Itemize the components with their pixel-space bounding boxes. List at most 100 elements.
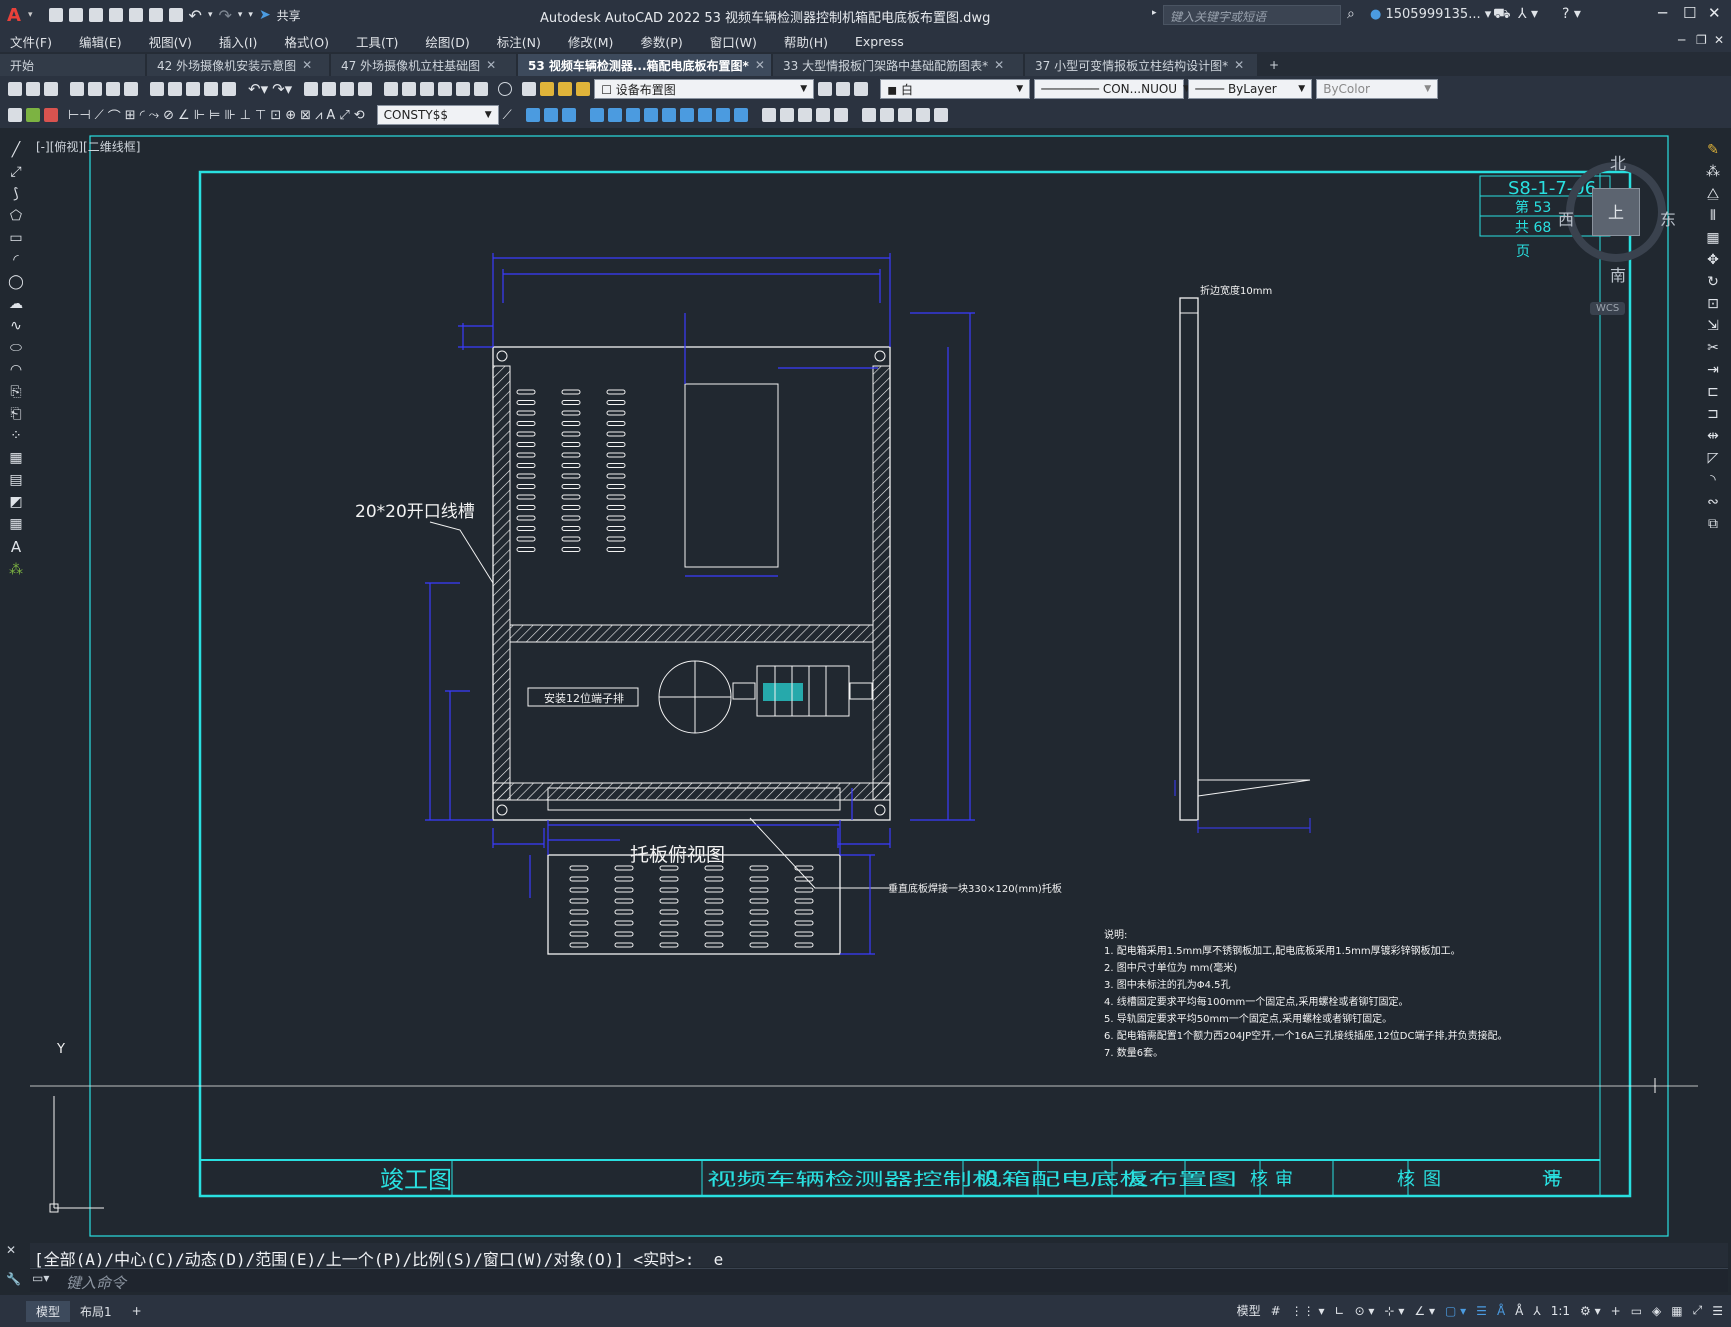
pan-icon[interactable] [304, 82, 319, 96]
isodraft-icon[interactable]: ⊹ ▾ [1384, 1304, 1404, 1318]
polygon-icon[interactable]: ⬠ [10, 208, 22, 224]
layer-state-icon[interactable] [854, 82, 869, 96]
add-layout-icon[interactable]: + [122, 1302, 152, 1320]
wcs-menu[interactable]: WCS [1590, 302, 1626, 315]
menu-edit[interactable]: 编辑(E) [79, 32, 122, 51]
polyline-icon[interactable]: ⟆ [13, 186, 18, 202]
menu-help[interactable]: 帮助(H) [784, 32, 828, 51]
ellipse-icon[interactable]: ⬭ [10, 340, 22, 356]
menu-draw[interactable]: 绘图(D) [425, 32, 469, 51]
copy-object-icon[interactable]: ⁂ [1706, 164, 1720, 180]
angular-dimension-icon[interactable]: ∠ [178, 108, 190, 123]
annotation-scale-value[interactable]: 1:1 [1551, 1304, 1570, 1318]
copy-icon[interactable] [168, 82, 182, 96]
cart-icon[interactable]: ⛟ [1493, 6, 1511, 24]
modify-icon-12[interactable] [733, 108, 748, 122]
layer-previous-icon[interactable] [836, 82, 851, 96]
help-toolbar-icon[interactable] [498, 82, 513, 96]
layer-on-icon[interactable] [540, 82, 555, 96]
array-icon[interactable]: ▦ [1706, 230, 1719, 246]
chamfer-icon[interactable]: ◸ [1708, 450, 1719, 466]
fillet-icon[interactable]: ◝ [1710, 472, 1715, 488]
save-toolbar-icon[interactable] [44, 82, 58, 96]
trim-icon[interactable]: ✂ [1707, 340, 1719, 356]
open-file-icon[interactable] [68, 8, 83, 22]
modify-icon-8[interactable] [661, 108, 676, 122]
break-at-point-icon[interactable]: ⊏ [1707, 384, 1719, 400]
break-icon[interactable]: ⊐ [1707, 406, 1719, 422]
menu-view[interactable]: 视图(V) [149, 32, 192, 51]
plot-preview-icon[interactable] [88, 82, 102, 96]
tab-close-icon[interactable]: ✕ [302, 58, 312, 72]
polar-icon[interactable]: ⊙ ▾ [1355, 1304, 1375, 1318]
qnew-icon[interactable] [8, 82, 22, 96]
viewcube-west[interactable]: 西 [1558, 206, 1574, 230]
paste-icon[interactable] [186, 82, 200, 96]
command-input[interactable]: 键入命令 [30, 1268, 1728, 1292]
point-icon[interactable]: ⁘ [10, 428, 22, 444]
hardware-acceleration-icon[interactable]: ▦ [1671, 1304, 1682, 1318]
doc-restore-icon[interactable]: ❐ [1696, 33, 1707, 47]
viewport-controls[interactable]: [-][俯视][二维线框] [36, 138, 140, 155]
new-tab-button[interactable]: + [1259, 54, 1289, 76]
viewcube-south[interactable]: 南 [1610, 262, 1626, 286]
view-icon-4[interactable] [815, 108, 830, 122]
tab-doc-37[interactable]: 37 小型可变情报板立柱结构设计图* ✕ [1025, 54, 1257, 76]
block-editor-icon[interactable] [222, 82, 236, 96]
viewcube-top-face[interactable]: 上 [1592, 188, 1640, 236]
dimension-text-edit-icon[interactable]: ⤢ [339, 108, 349, 123]
customize-dropdown-icon[interactable]: ▾ [248, 10, 253, 20]
viewcube-east[interactable]: 东 [1660, 206, 1676, 230]
share-button[interactable]: 共享 [277, 7, 301, 24]
lineweight-toggle-icon[interactable]: ☰ [1476, 1304, 1487, 1318]
modify-icon-4[interactable] [589, 108, 604, 122]
jogged-linear-icon[interactable]: ⩘ [315, 108, 322, 123]
region-icon[interactable]: ◩ [9, 494, 22, 510]
dimension-style-dropdown[interactable]: CONSTY$$ ▼ [376, 105, 499, 125]
jogged-dimension-icon[interactable]: ⤳ [149, 108, 159, 123]
markup-icon[interactable] [456, 82, 471, 96]
offset-icon[interactable]: ⫴ [1710, 208, 1716, 224]
autocad-logo[interactable]: A [0, 5, 28, 26]
color-dropdown[interactable]: ◼ 白 ▼ [880, 79, 1031, 99]
dimension-style-icon[interactable]: ⟋ [503, 108, 512, 123]
linetype-dropdown[interactable]: ──────── CON...NUOU ▼ [1034, 79, 1190, 99]
arc-icon[interactable]: ◜ [13, 252, 18, 268]
share-icon[interactable]: ➤ [259, 7, 271, 23]
layer-freeze-icon[interactable] [558, 82, 573, 96]
view-icon-5[interactable] [833, 108, 848, 122]
layer-lock-icon[interactable] [576, 82, 591, 96]
lineweight-dropdown[interactable]: ──── ByLayer ▼ [1188, 79, 1313, 99]
doc-close-icon[interactable]: ✕ [1714, 33, 1724, 47]
tool-palettes-icon[interactable] [420, 82, 435, 96]
ellipse-arc-icon[interactable]: ◠ [10, 362, 22, 378]
ortho-icon[interactable]: ∟ [1335, 1304, 1345, 1318]
tab-doc-47[interactable]: 47 外场摄像机立柱基础图 ✕ [331, 54, 516, 76]
modify-icon-2[interactable] [543, 108, 558, 122]
tab-doc-53[interactable]: 53 视频车辆检测器...箱配电底板布置图* ✕ [518, 54, 771, 76]
inspection-icon[interactable]: ⊠ [300, 108, 311, 123]
snap-icon[interactable]: ⋮⋮ ▾ [1291, 1304, 1325, 1318]
diameter-dimension-icon[interactable]: ⊘ [163, 108, 174, 123]
close-icon[interactable]: ✕ [1708, 4, 1721, 22]
view-icon-3[interactable] [797, 108, 812, 122]
make-block-icon[interactable]: ⎗ [10, 406, 21, 422]
web-save-icon[interactable] [148, 8, 163, 22]
tab-close-icon[interactable]: ✕ [1234, 58, 1244, 72]
menu-tools[interactable]: 工具(T) [356, 32, 398, 51]
toolbar-icon-a[interactable] [26, 108, 40, 122]
toolbar-icon-b[interactable] [44, 108, 58, 122]
cut-icon[interactable] [150, 82, 164, 96]
rotate-icon[interactable]: ↻ [1707, 274, 1719, 290]
dimension-edit-icon[interactable]: A [326, 108, 335, 123]
3d-print-icon[interactable] [124, 82, 138, 96]
layer-dropdown[interactable]: ☐ 设备布置图 ▼ [594, 79, 815, 99]
tab-doc-33[interactable]: 33 大型情报板门架路中基础配筋图表* ✕ [773, 54, 1023, 76]
menu-format[interactable]: 格式(O) [284, 32, 329, 51]
tolerance-icon[interactable]: ⊡ [270, 108, 281, 123]
open-icon[interactable] [26, 82, 40, 96]
join-icon[interactable]: ⇹ [1707, 428, 1719, 444]
extend-icon[interactable]: ⇥ [1707, 362, 1719, 378]
view-icon-7[interactable] [879, 108, 894, 122]
new-file-icon[interactable] [48, 8, 63, 22]
